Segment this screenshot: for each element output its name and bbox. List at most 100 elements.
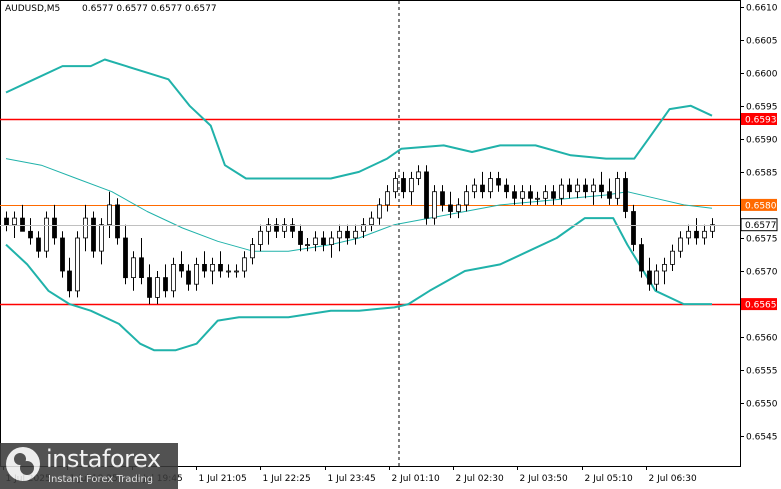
candle-body [702,230,707,239]
time-tick-label: 2 Jul 02:30 [456,474,505,484]
time-tick-label: 1 Jul 23:45 [328,474,376,484]
price-tick-label: 0.6605 [746,37,778,47]
candle-body [551,191,556,199]
candle-body [432,191,437,219]
candle-body [52,217,57,239]
candle-body [186,270,191,285]
candle-body [424,171,429,219]
price-tick-label: 0.6555 [746,367,778,377]
candle-body [464,191,469,206]
candle-body [528,191,533,199]
candle-body [480,184,485,193]
candle-body [623,178,628,212]
time-tick-label: 1 Jul 22:25 [263,474,311,484]
level-price-text: 0.6565 [745,301,777,311]
candle-body [258,230,263,245]
candle-body [401,178,406,193]
instaforex-logo-icon [6,447,40,481]
candle-body [377,204,382,219]
candle-body [99,224,104,252]
candle-body [472,184,477,193]
candle-body [456,204,461,212]
candle-body [353,230,358,239]
candle-body [654,270,659,285]
candle-body [345,230,350,239]
candle-body [242,257,247,272]
candle-body [647,270,652,285]
price-tick-label: 0.6590 [746,136,778,146]
candle-body [91,217,96,252]
candle-body [559,184,564,199]
candle-body [591,184,596,193]
candle-body [535,197,540,200]
candle-body [226,270,231,273]
candle-body [337,230,342,239]
logo-tagline: Instant Forex Trading [48,474,154,485]
candle-body [115,204,120,239]
candle-body [60,237,65,272]
time-tick-label: 1 Jul 21:05 [199,474,247,484]
candle-body [504,184,509,193]
price-tick-label: 0.6595 [746,103,778,113]
candle-body [686,230,691,239]
candle-body [496,178,501,186]
price-chart[interactable]: 0.6610 0.6605 0.6600 0.6595 0.6590 0.6585 0.65… [0,0,781,489]
candle-body [250,244,255,259]
candle-body [67,270,72,292]
candle-body [662,263,667,272]
candle-body [520,191,525,199]
candle-body [163,277,168,292]
candle-body [670,250,675,265]
level-price-text: 0.6593 [745,116,777,126]
chart-header-ohlc: 0.6577 0.6577 0.6577 0.6577 [82,4,217,14]
candle-body [139,257,144,278]
chart-header-symbol: AUDUSD,M5 [5,4,60,14]
candle-body [631,211,636,245]
price-tick-label: 0.6560 [746,334,778,344]
candle-body [615,178,620,199]
candle-body [393,178,398,193]
candle-body [694,230,699,239]
candle-body [210,263,215,272]
logo-brand: instaforex [46,445,161,473]
candle-body [147,277,152,298]
time-tick-label: 2 Jul 06:30 [649,474,698,484]
candle-body [28,230,33,239]
candle-body [44,217,49,252]
candle-body [567,184,572,193]
candle-body [202,263,207,272]
candle-body [20,217,25,232]
candle-body [416,171,421,179]
candle-body [575,184,580,193]
candle-body [599,184,604,193]
candle-body [583,184,588,193]
candle-body [36,237,41,252]
price-tick-label: 0.6550 [746,400,778,410]
candle-body [543,191,548,199]
candle-body [12,217,17,226]
price-tick-label: 0.6570 [746,268,778,278]
time-tick-label: 2 Jul 03:50 [520,474,569,484]
candle-body [4,217,9,226]
candle-body [313,237,318,245]
price-tick-label: 0.6610 [746,4,778,14]
price-tick-label: 0.6600 [746,70,778,80]
candle-body [409,178,414,193]
price-tick-label: 0.6545 [746,433,778,443]
candle-body [298,230,303,245]
candle-body [385,191,390,206]
candle-body [448,204,453,212]
candle-body [488,178,493,193]
time-tick-label: 2 Jul 01:10 [392,474,441,484]
candle-body [440,191,445,206]
candle-body [321,237,326,245]
candle-body [83,217,88,239]
level-price-text: 0.6580 [745,201,777,211]
candle-body [369,217,374,226]
price-tick-label: 0.6585 [746,169,778,179]
candle-body [218,263,223,272]
candle-body [194,263,199,285]
candle-body [131,257,136,278]
price-tick-label: 0.6575 [746,235,778,245]
candle-body [107,204,112,226]
